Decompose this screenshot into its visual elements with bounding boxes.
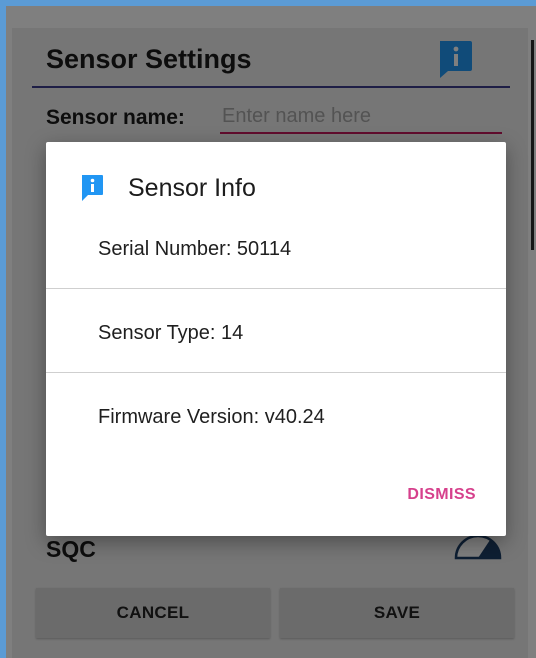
dialog-title: Sensor Info [128,174,256,202]
firmware-version-text: Firmware Version: v40.24 [98,406,325,428]
divider [46,288,506,289]
serial-number-text: Serial Number: 50114 [98,238,292,260]
dismiss-button[interactable]: DISMISS [407,486,476,504]
info-icon [80,174,104,202]
divider [46,372,506,373]
sensor-type-text: Sensor Type: 14 [98,322,244,344]
sensor-info-dialog: Sensor Info Serial Number: 50114 Sensor … [46,142,506,536]
